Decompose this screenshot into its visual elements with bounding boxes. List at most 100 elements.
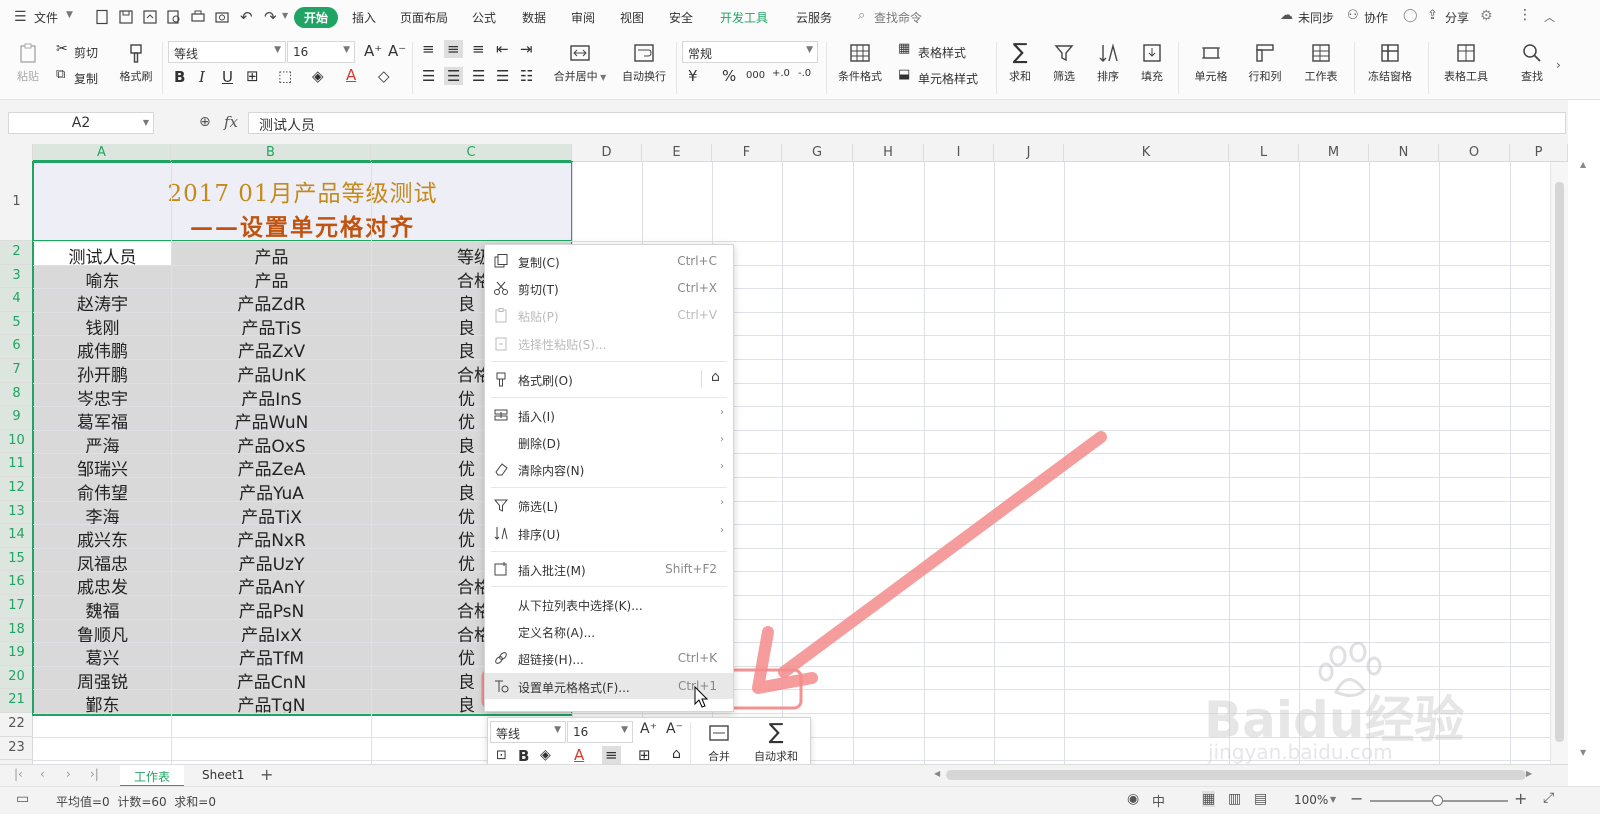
increase-font-icon[interactable]: A⁺: [364, 42, 382, 60]
save-icon[interactable]: [118, 9, 134, 25]
eraser-icon[interactable]: ◇: [378, 67, 390, 85]
cut-button[interactable]: 剪切: [74, 44, 98, 61]
context-menu-item[interactable]: 清除内容(N) ›: [485, 456, 733, 482]
zoom-in-icon[interactable]: +: [1514, 789, 1527, 808]
align-bottom-icon[interactable]: ≡: [472, 40, 485, 58]
context-menu-item[interactable]: 插入(I) ›: [485, 402, 733, 428]
tab-view[interactable]: 视图: [620, 9, 644, 26]
name-box[interactable]: A2 ▼: [8, 112, 154, 134]
hamburger-icon[interactable]: ☰: [14, 9, 27, 25]
row-col-button[interactable]: 行和列: [1240, 42, 1290, 84]
page-break-view-icon[interactable]: ▤: [1254, 791, 1267, 807]
context-menu-item[interactable]: 粘贴(P) Ctrl+V: [485, 302, 733, 328]
tab-home[interactable]: 开始: [294, 7, 339, 28]
fill-button[interactable]: 填充: [1134, 42, 1170, 84]
tab-page-layout[interactable]: 页面布局: [400, 9, 448, 26]
row-header-9[interactable]: 9: [0, 406, 33, 430]
function-icon[interactable]: fx: [224, 113, 238, 131]
sheet-tab-sheet1[interactable]: Sheet1: [202, 768, 244, 782]
first-sheet-icon[interactable]: |‹: [14, 767, 23, 781]
column-header-n[interactable]: N: [1369, 144, 1439, 162]
copy-icon[interactable]: ⧉: [56, 67, 65, 82]
tab-security[interactable]: 安全: [669, 9, 693, 26]
context-menu-item[interactable]: 复制(C) Ctrl+C: [485, 248, 733, 274]
align-center-icon[interactable]: ☰: [444, 67, 464, 85]
row-header-11[interactable]: 11: [0, 453, 33, 477]
mini-font-size-select[interactable]: 16 ▼: [567, 721, 633, 743]
thousands-icon[interactable]: 000: [746, 70, 765, 81]
row-header-15[interactable]: 15: [0, 547, 33, 572]
find-button[interactable]: 查找: [1512, 42, 1552, 84]
context-menu-item[interactable]: 剪切(T) Ctrl+X: [485, 275, 733, 301]
column-header-g[interactable]: G: [782, 144, 853, 162]
zoom-out-icon[interactable]: −: [1350, 789, 1363, 808]
page-layout-view-icon[interactable]: ▥: [1228, 791, 1241, 807]
align-middle-icon[interactable]: ≡: [444, 40, 463, 58]
formula-input[interactable]: 测试人员: [248, 112, 1566, 134]
format-painter-button[interactable]: 格式刷: [116, 42, 156, 84]
row-header-14[interactable]: 14: [0, 524, 33, 548]
font-color-icon[interactable]: A: [574, 746, 584, 764]
column-header-h[interactable]: H: [853, 144, 924, 162]
vertical-scrollbar[interactable]: [1550, 162, 1568, 764]
row-header-18[interactable]: 18: [0, 618, 33, 643]
hscroll-right-icon[interactable]: ▶: [1526, 769, 1532, 778]
settings-icon[interactable]: ⚙: [1480, 8, 1493, 24]
mini-autosum-button[interactable]: ∑ 自动求和: [744, 722, 808, 764]
row-header-10[interactable]: 10: [0, 429, 33, 454]
hscroll-left-icon[interactable]: ◀: [934, 769, 940, 778]
column-header-p[interactable]: P: [1510, 144, 1568, 162]
zoom-level[interactable]: 100%: [1294, 793, 1328, 807]
column-header-e[interactable]: E: [642, 144, 712, 162]
border-icon[interactable]: ⊞: [246, 67, 259, 85]
zoom-dropdown-icon[interactable]: ▼: [1330, 795, 1336, 804]
collapse-ribbon-icon[interactable]: ︿: [1544, 9, 1555, 25]
row-header-2[interactable]: 2: [0, 241, 33, 265]
row-header-23[interactable]: 23: [0, 737, 33, 761]
format-painter-lock-icon[interactable]: [701, 370, 702, 388]
underline-icon[interactable]: U: [222, 68, 233, 86]
undo-icon[interactable]: ↶: [240, 8, 253, 26]
row-header-1[interactable]: 1: [0, 162, 33, 241]
more-icon[interactable]: ⋮: [1518, 7, 1532, 23]
sum-button[interactable]: ∑ 求和: [1002, 42, 1038, 84]
percent-icon[interactable]: %: [722, 67, 736, 85]
share-button[interactable]: 分享: [1445, 9, 1469, 26]
prev-sheet-icon[interactable]: ‹: [40, 767, 45, 781]
column-header-m[interactable]: M: [1299, 144, 1369, 162]
next-sheet-icon[interactable]: ›: [66, 767, 71, 781]
qa-dropdown-icon[interactable]: ▼: [282, 11, 288, 20]
freeze-panes-button[interactable]: 冻结窗格: [1360, 42, 1420, 84]
status-monitor-icon[interactable]: ▭: [16, 791, 29, 807]
column-header-o[interactable]: O: [1439, 144, 1510, 162]
border-icon[interactable]: ⊞: [638, 746, 651, 764]
tab-cloud[interactable]: 云服务: [796, 9, 832, 26]
fill-color-icon[interactable]: ◈: [312, 67, 324, 85]
distributed-icon[interactable]: ☷: [520, 67, 533, 85]
scroll-down-icon[interactable]: ▼: [1580, 748, 1586, 757]
sort-button[interactable]: 排序: [1090, 42, 1126, 84]
decrease-font-icon[interactable]: A⁻: [388, 42, 406, 60]
new-doc-icon[interactable]: [94, 9, 110, 25]
decrease-font-icon[interactable]: A⁻: [666, 721, 683, 737]
column-header-j[interactable]: J: [994, 144, 1064, 162]
font-size-select[interactable]: 16 ▼: [287, 41, 355, 63]
comment-bubble-icon[interactable]: ◯: [1403, 8, 1418, 23]
fill-color-icon[interactable]: ◈: [540, 747, 551, 763]
italic-icon[interactable]: I: [199, 68, 205, 86]
increase-decimal-icon[interactable]: +.0: [772, 68, 790, 79]
tab-review[interactable]: 审阅: [571, 9, 595, 26]
cloud-sync-icon[interactable]: ☁: [1280, 8, 1293, 23]
mini-cell-icon[interactable]: ⊡: [496, 748, 507, 763]
add-sheet-icon[interactable]: +: [260, 765, 273, 784]
scroll-up-icon[interactable]: ▲: [1580, 160, 1586, 169]
currency-icon[interactable]: ¥: [688, 67, 698, 85]
row-header-7[interactable]: 7: [0, 359, 33, 383]
align-center-icon[interactable]: ≡: [602, 746, 621, 764]
increase-font-icon[interactable]: A⁺: [640, 721, 657, 737]
table-style-button[interactable]: 表格样式: [918, 44, 966, 61]
copy-button[interactable]: 复制: [74, 70, 98, 87]
merge-center-button[interactable]: 合并居中 ▼: [550, 42, 610, 84]
eye-protect-icon[interactable]: ◉: [1127, 791, 1139, 807]
row-header-16[interactable]: 16: [0, 571, 33, 595]
